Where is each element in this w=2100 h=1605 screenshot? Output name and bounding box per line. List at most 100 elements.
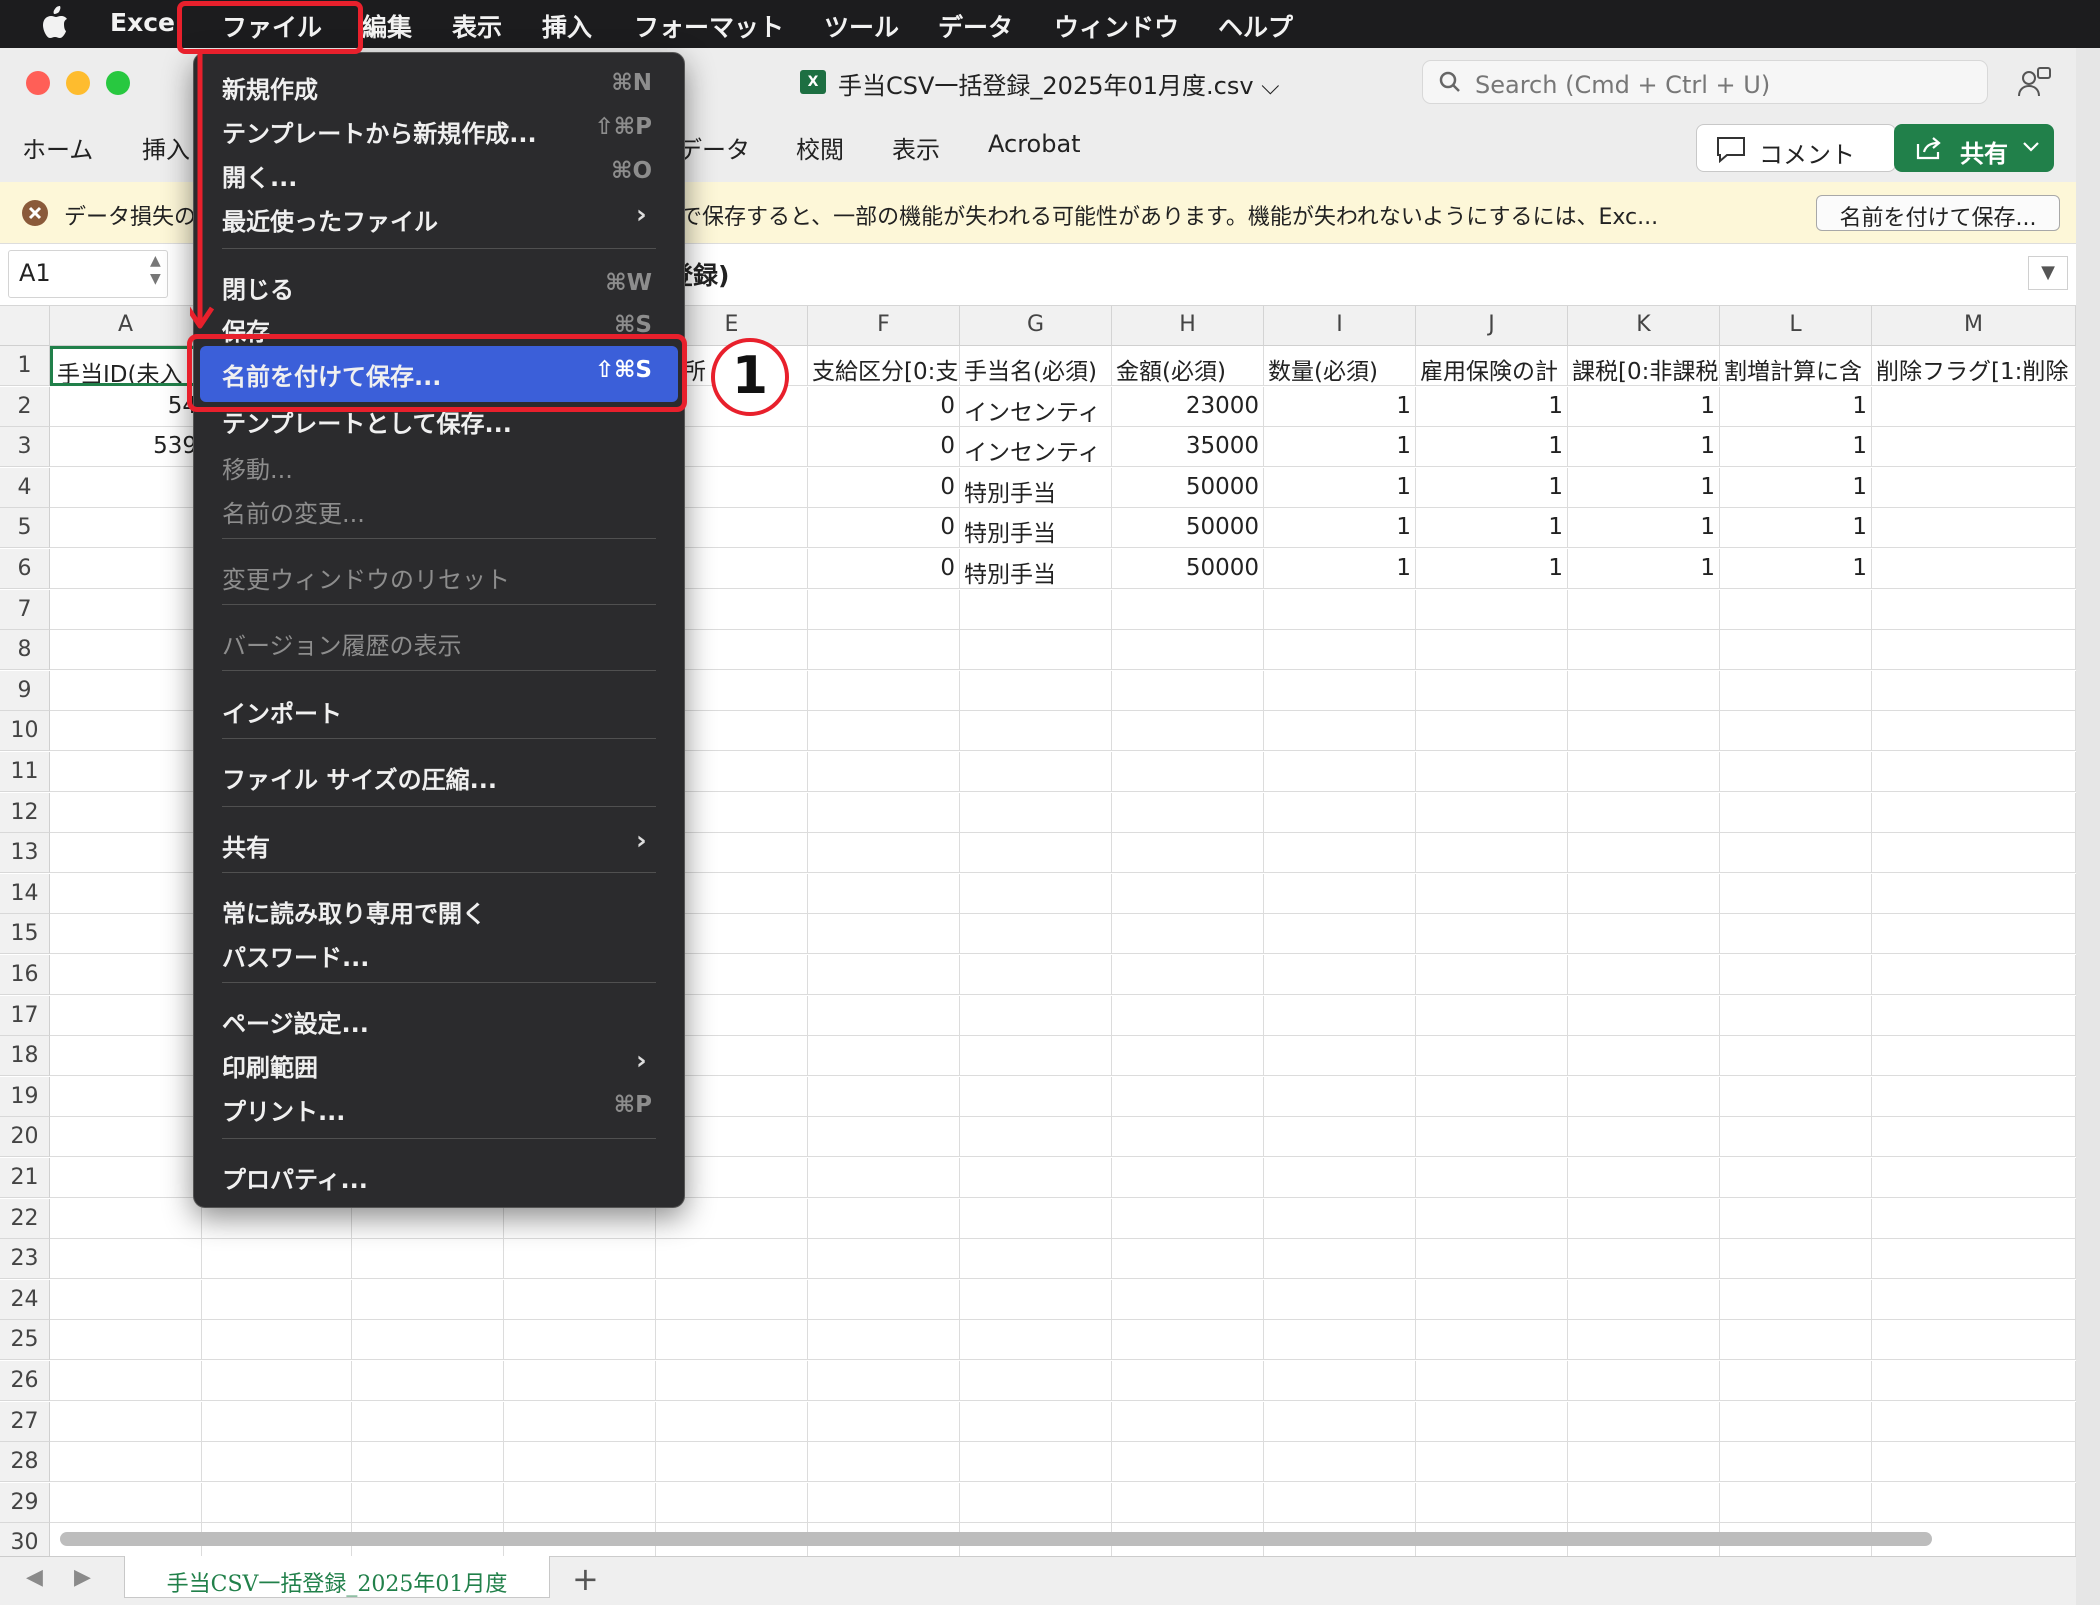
cell-m14[interactable] — [1872, 873, 2076, 914]
cell-l22[interactable] — [1720, 1198, 1872, 1239]
cell-h3[interactable]: 35000 — [1112, 427, 1264, 468]
cell-g5[interactable]: 特別手当 — [960, 508, 1112, 549]
cell-k13[interactable] — [1568, 833, 1720, 874]
cell-a7[interactable] — [50, 589, 202, 630]
cell-h27[interactable] — [1112, 1401, 1264, 1442]
cell-i13[interactable] — [1264, 833, 1416, 874]
cell-f10[interactable] — [808, 711, 960, 752]
cell-c25[interactable] — [352, 1320, 504, 1361]
error-icon[interactable] — [20, 198, 50, 228]
cell-e25[interactable] — [656, 1320, 808, 1361]
cell-h2[interactable]: 23000 — [1112, 386, 1264, 427]
cell-g16[interactable] — [960, 955, 1112, 995]
cell-i20[interactable] — [1264, 1117, 1416, 1158]
cell-a25[interactable] — [50, 1320, 202, 1361]
tab-acrobat[interactable]: Acrobat — [988, 130, 1081, 158]
cell-h8[interactable] — [1112, 630, 1264, 671]
menubar-item-insert[interactable]: 挿入 — [542, 8, 592, 44]
share-button[interactable]: 共有 — [1894, 124, 2054, 172]
cell-m18[interactable] — [1872, 1036, 2076, 1077]
cell-a13[interactable] — [50, 833, 202, 874]
cell-i6[interactable]: 1 — [1264, 549, 1416, 589]
cell-k20[interactable] — [1568, 1117, 1720, 1158]
cell-k21[interactable] — [1568, 1158, 1720, 1198]
cell-i18[interactable] — [1264, 1036, 1416, 1077]
cell-m17[interactable] — [1872, 995, 2076, 1036]
cell-i12[interactable] — [1264, 792, 1416, 833]
menu-item-recent-files[interactable]: 最近使ったファイル — [222, 202, 652, 237]
row-header[interactable]: 10 — [0, 711, 50, 752]
row-header[interactable]: 24 — [0, 1279, 50, 1320]
cell-j6[interactable]: 1 — [1416, 549, 1568, 589]
cell-g22[interactable] — [960, 1198, 1112, 1239]
cell-j23[interactable] — [1416, 1239, 1568, 1280]
cell-b26[interactable] — [200, 1361, 352, 1401]
cell-m12[interactable] — [1872, 792, 2076, 833]
row-header[interactable]: 21 — [0, 1158, 50, 1198]
cell-f5[interactable]: 0 — [808, 508, 960, 549]
cell-k16[interactable] — [1568, 955, 1720, 995]
cell-m20[interactable] — [1872, 1117, 2076, 1158]
cell-g14[interactable] — [960, 873, 1112, 914]
cell-k14[interactable] — [1568, 873, 1720, 914]
cell-i22[interactable] — [1264, 1198, 1416, 1239]
cell-e26[interactable] — [656, 1361, 808, 1401]
cell-a5[interactable] — [50, 508, 202, 549]
cell-m19[interactable] — [1872, 1076, 2076, 1117]
cell-k3[interactable]: 1 — [1568, 427, 1720, 468]
cell-g1[interactable]: 手当名(必須) — [960, 346, 1112, 386]
cell-l5[interactable]: 1 — [1720, 508, 1872, 549]
menu-item-share[interactable]: 共有 — [222, 828, 652, 863]
row-header[interactable]: 3 — [0, 427, 50, 468]
cell-i29[interactable] — [1264, 1482, 1416, 1523]
cell-h20[interactable] — [1112, 1117, 1264, 1158]
column-header-h[interactable]: H — [1112, 306, 1264, 346]
cell-f13[interactable] — [808, 833, 960, 874]
cell-e24[interactable] — [656, 1279, 808, 1320]
cell-f7[interactable] — [808, 589, 960, 630]
cell-h28[interactable] — [1112, 1442, 1264, 1483]
cell-m7[interactable] — [1872, 589, 2076, 630]
cell-j20[interactable] — [1416, 1117, 1568, 1158]
cell-b25[interactable] — [200, 1320, 352, 1361]
row-header[interactable]: 6 — [0, 549, 50, 589]
column-header-a[interactable]: A — [50, 306, 202, 346]
cell-f8[interactable] — [808, 630, 960, 671]
cell-h5[interactable]: 50000 — [1112, 508, 1264, 549]
name-box-stepper-icon[interactable]: ▲ ▼ — [150, 252, 161, 288]
cell-h19[interactable] — [1112, 1076, 1264, 1117]
cell-h6[interactable]: 50000 — [1112, 549, 1264, 589]
horizontal-scrollbar[interactable] — [60, 1532, 1932, 1546]
cell-l27[interactable] — [1720, 1401, 1872, 1442]
cell-m21[interactable] — [1872, 1158, 2076, 1198]
cell-g6[interactable]: 特別手当 — [960, 549, 1112, 589]
row-header[interactable]: 8 — [0, 630, 50, 671]
row-header[interactable]: 2 — [0, 386, 50, 427]
cell-k5[interactable]: 1 — [1568, 508, 1720, 549]
column-header-m[interactable]: M — [1872, 306, 2076, 346]
menu-item-close[interactable]: 閉じる ⌘W — [222, 270, 652, 305]
cell-i26[interactable] — [1264, 1361, 1416, 1401]
cell-i4[interactable]: 1 — [1264, 467, 1416, 508]
cell-m29[interactable] — [1872, 1482, 2076, 1523]
cell-k24[interactable] — [1568, 1279, 1720, 1320]
cell-g15[interactable] — [960, 914, 1112, 955]
cell-c28[interactable] — [352, 1442, 504, 1483]
cell-f22[interactable] — [808, 1198, 960, 1239]
cell-l29[interactable] — [1720, 1482, 1872, 1523]
cell-h1[interactable]: 金額(必須) — [1112, 346, 1264, 386]
row-header[interactable]: 19 — [0, 1076, 50, 1117]
cell-d27[interactable] — [504, 1401, 656, 1442]
cell-b23[interactable] — [200, 1239, 352, 1280]
cell-f26[interactable] — [808, 1361, 960, 1401]
cell-m16[interactable] — [1872, 955, 2076, 995]
cell-i14[interactable] — [1264, 873, 1416, 914]
cell-f28[interactable] — [808, 1442, 960, 1483]
cell-l8[interactable] — [1720, 630, 1872, 671]
cell-m8[interactable] — [1872, 630, 2076, 671]
cell-m24[interactable] — [1872, 1279, 2076, 1320]
cell-j22[interactable] — [1416, 1198, 1568, 1239]
cell-k23[interactable] — [1568, 1239, 1720, 1280]
sheet-next-icon[interactable]: ▶ — [74, 1565, 91, 1590]
menu-item-new[interactable]: 新規作成 ⌘N — [222, 70, 652, 105]
